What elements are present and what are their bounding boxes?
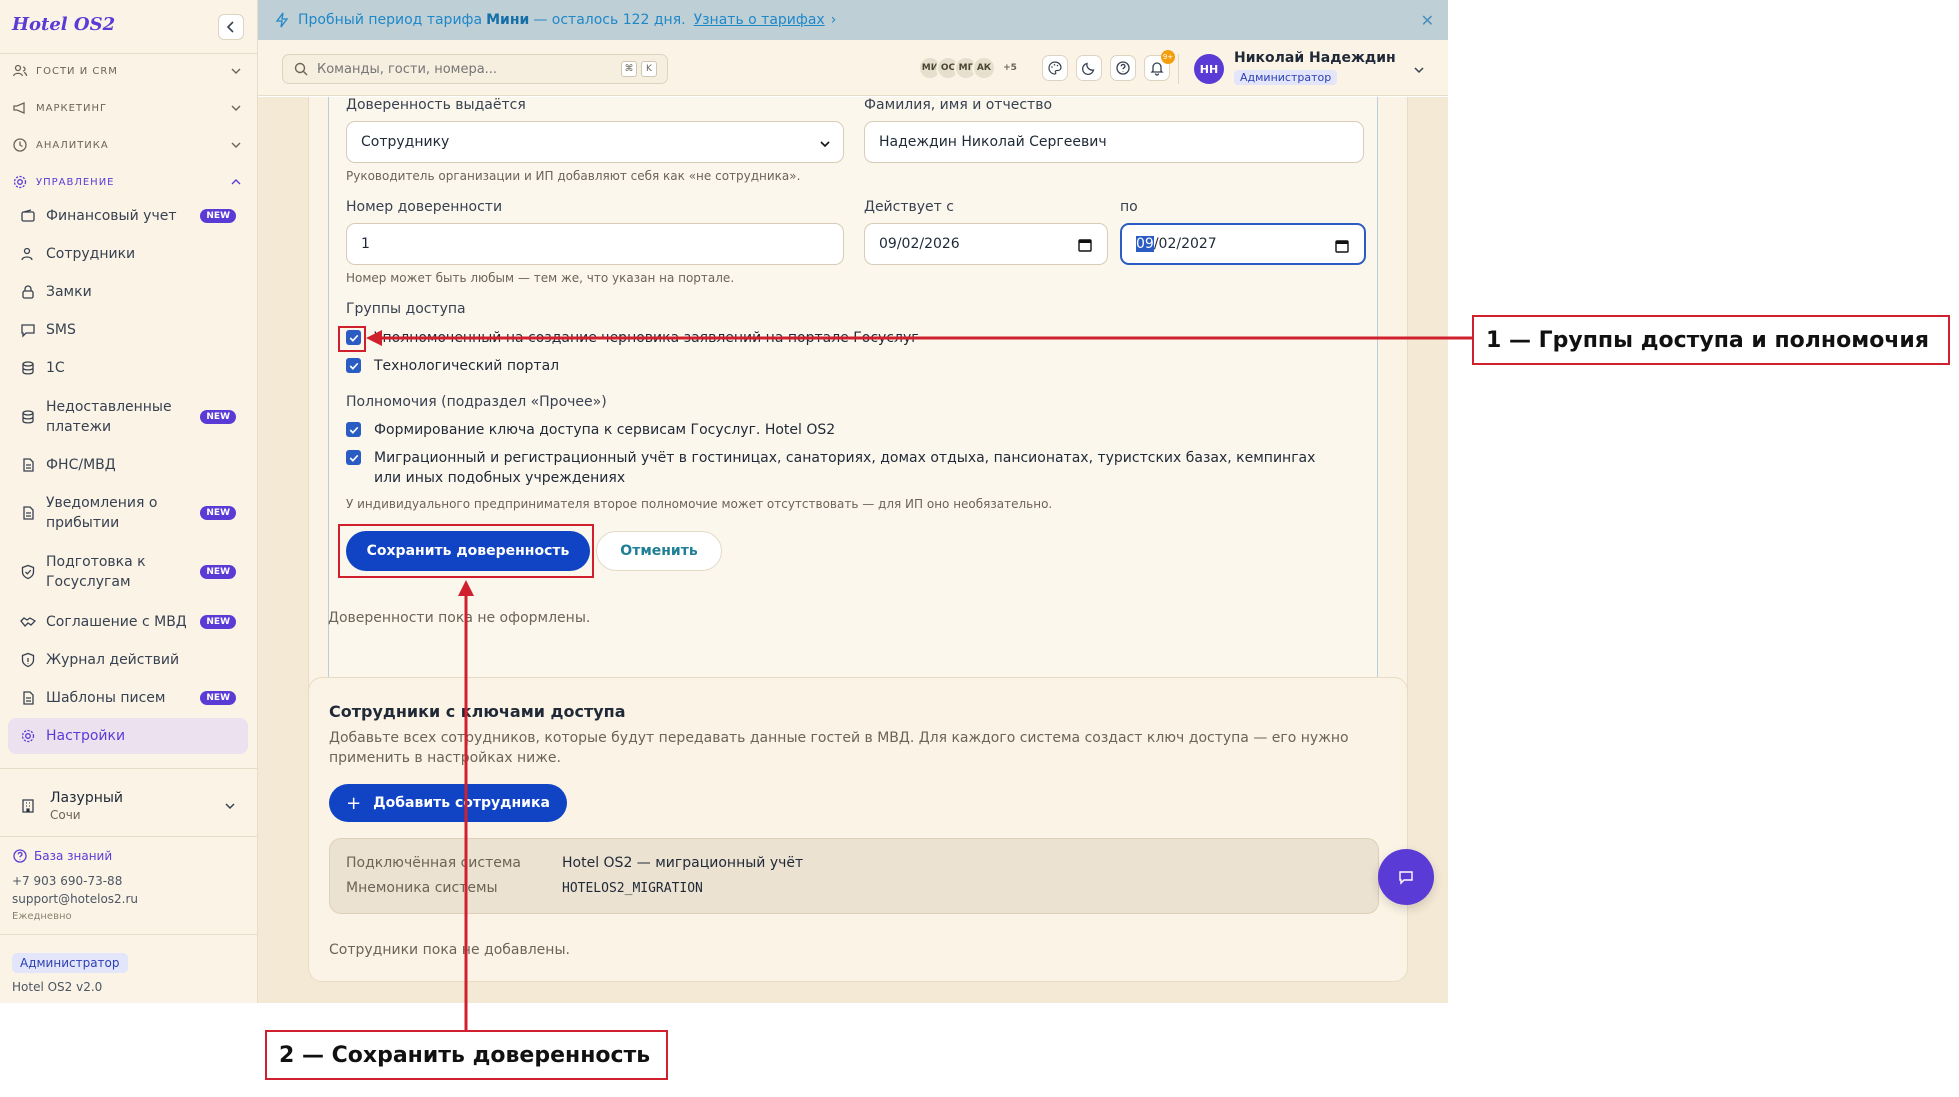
annotation-arrows (366, 330, 1472, 1030)
annotation-label-2: 2 — Сохранить доверенность (265, 1030, 668, 1080)
annotation-label-1: 1 — Группы доступа и полномочия (1472, 315, 1950, 365)
annotation-arrowhead-2 (458, 580, 474, 596)
annotation-arrowhead-1 (366, 330, 382, 346)
